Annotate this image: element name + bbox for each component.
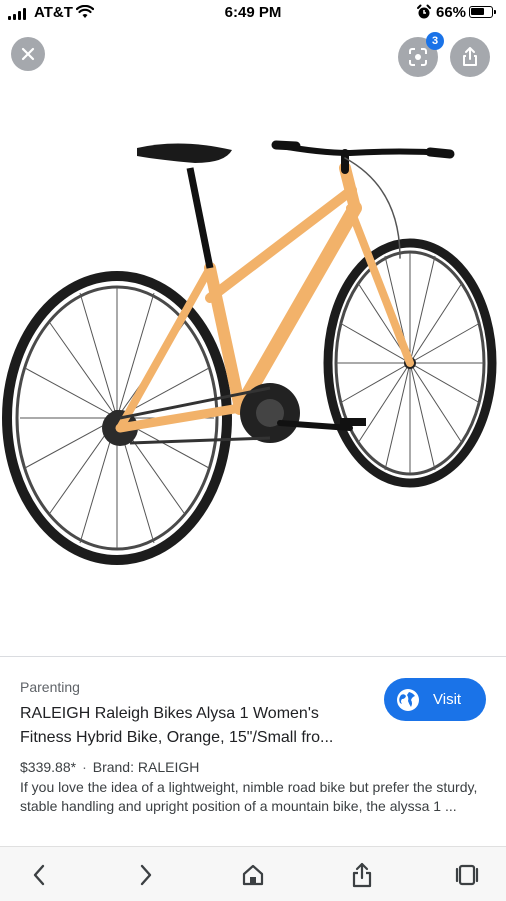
browser-toolbar	[0, 846, 506, 901]
brand: Brand: RALEIGH	[92, 759, 200, 775]
panel-divider	[0, 656, 506, 657]
back-icon	[33, 864, 45, 886]
price: $339.88*	[20, 759, 77, 775]
back-button[interactable]	[25, 861, 53, 889]
share-icon	[463, 47, 477, 66]
close-button[interactable]	[11, 37, 45, 71]
forward-button[interactable]	[132, 861, 160, 889]
meta-separator: ·	[82, 759, 87, 775]
lens-icon	[409, 48, 427, 66]
saddle	[137, 143, 232, 269]
share-icon	[352, 862, 372, 888]
home-button[interactable]	[239, 861, 267, 889]
result-title-line1: RALEIGH Raleigh Bikes Alysa 1 Women's	[20, 705, 319, 722]
visit-button[interactable]: Visit	[384, 678, 486, 721]
tabs-button[interactable]	[453, 861, 481, 889]
close-icon	[21, 47, 35, 61]
bike-image[interactable]	[0, 108, 506, 608]
tabs-icon	[455, 864, 479, 886]
battery-icon	[469, 6, 496, 18]
source-name[interactable]: Parenting	[20, 679, 80, 695]
result-meta: $339.88* · Brand: RALEIGH	[20, 759, 199, 775]
battery-level	[471, 8, 484, 15]
home-icon	[242, 864, 264, 886]
alarm-icon	[417, 4, 431, 19]
share-image-button[interactable]	[450, 37, 490, 77]
result-description: If you love the idea of a lightweight, n…	[20, 779, 478, 814]
forward-icon	[140, 864, 152, 886]
status-bar: AT&T 6:49 PM 66%	[0, 0, 506, 28]
visit-label: Visit	[433, 691, 462, 708]
lens-count-badge: 3	[426, 32, 444, 50]
globe-icon	[397, 688, 419, 711]
image-viewer: 3	[0, 28, 506, 656]
result-title-line2: Fitness Hybrid Bike, Orange, 15"/Small f…	[20, 729, 334, 746]
share-button[interactable]	[348, 861, 376, 889]
battery-percent: 66%	[436, 4, 467, 21]
result-title[interactable]: RALEIGH Raleigh Bikes Alysa 1 Women's Fi…	[20, 702, 370, 750]
